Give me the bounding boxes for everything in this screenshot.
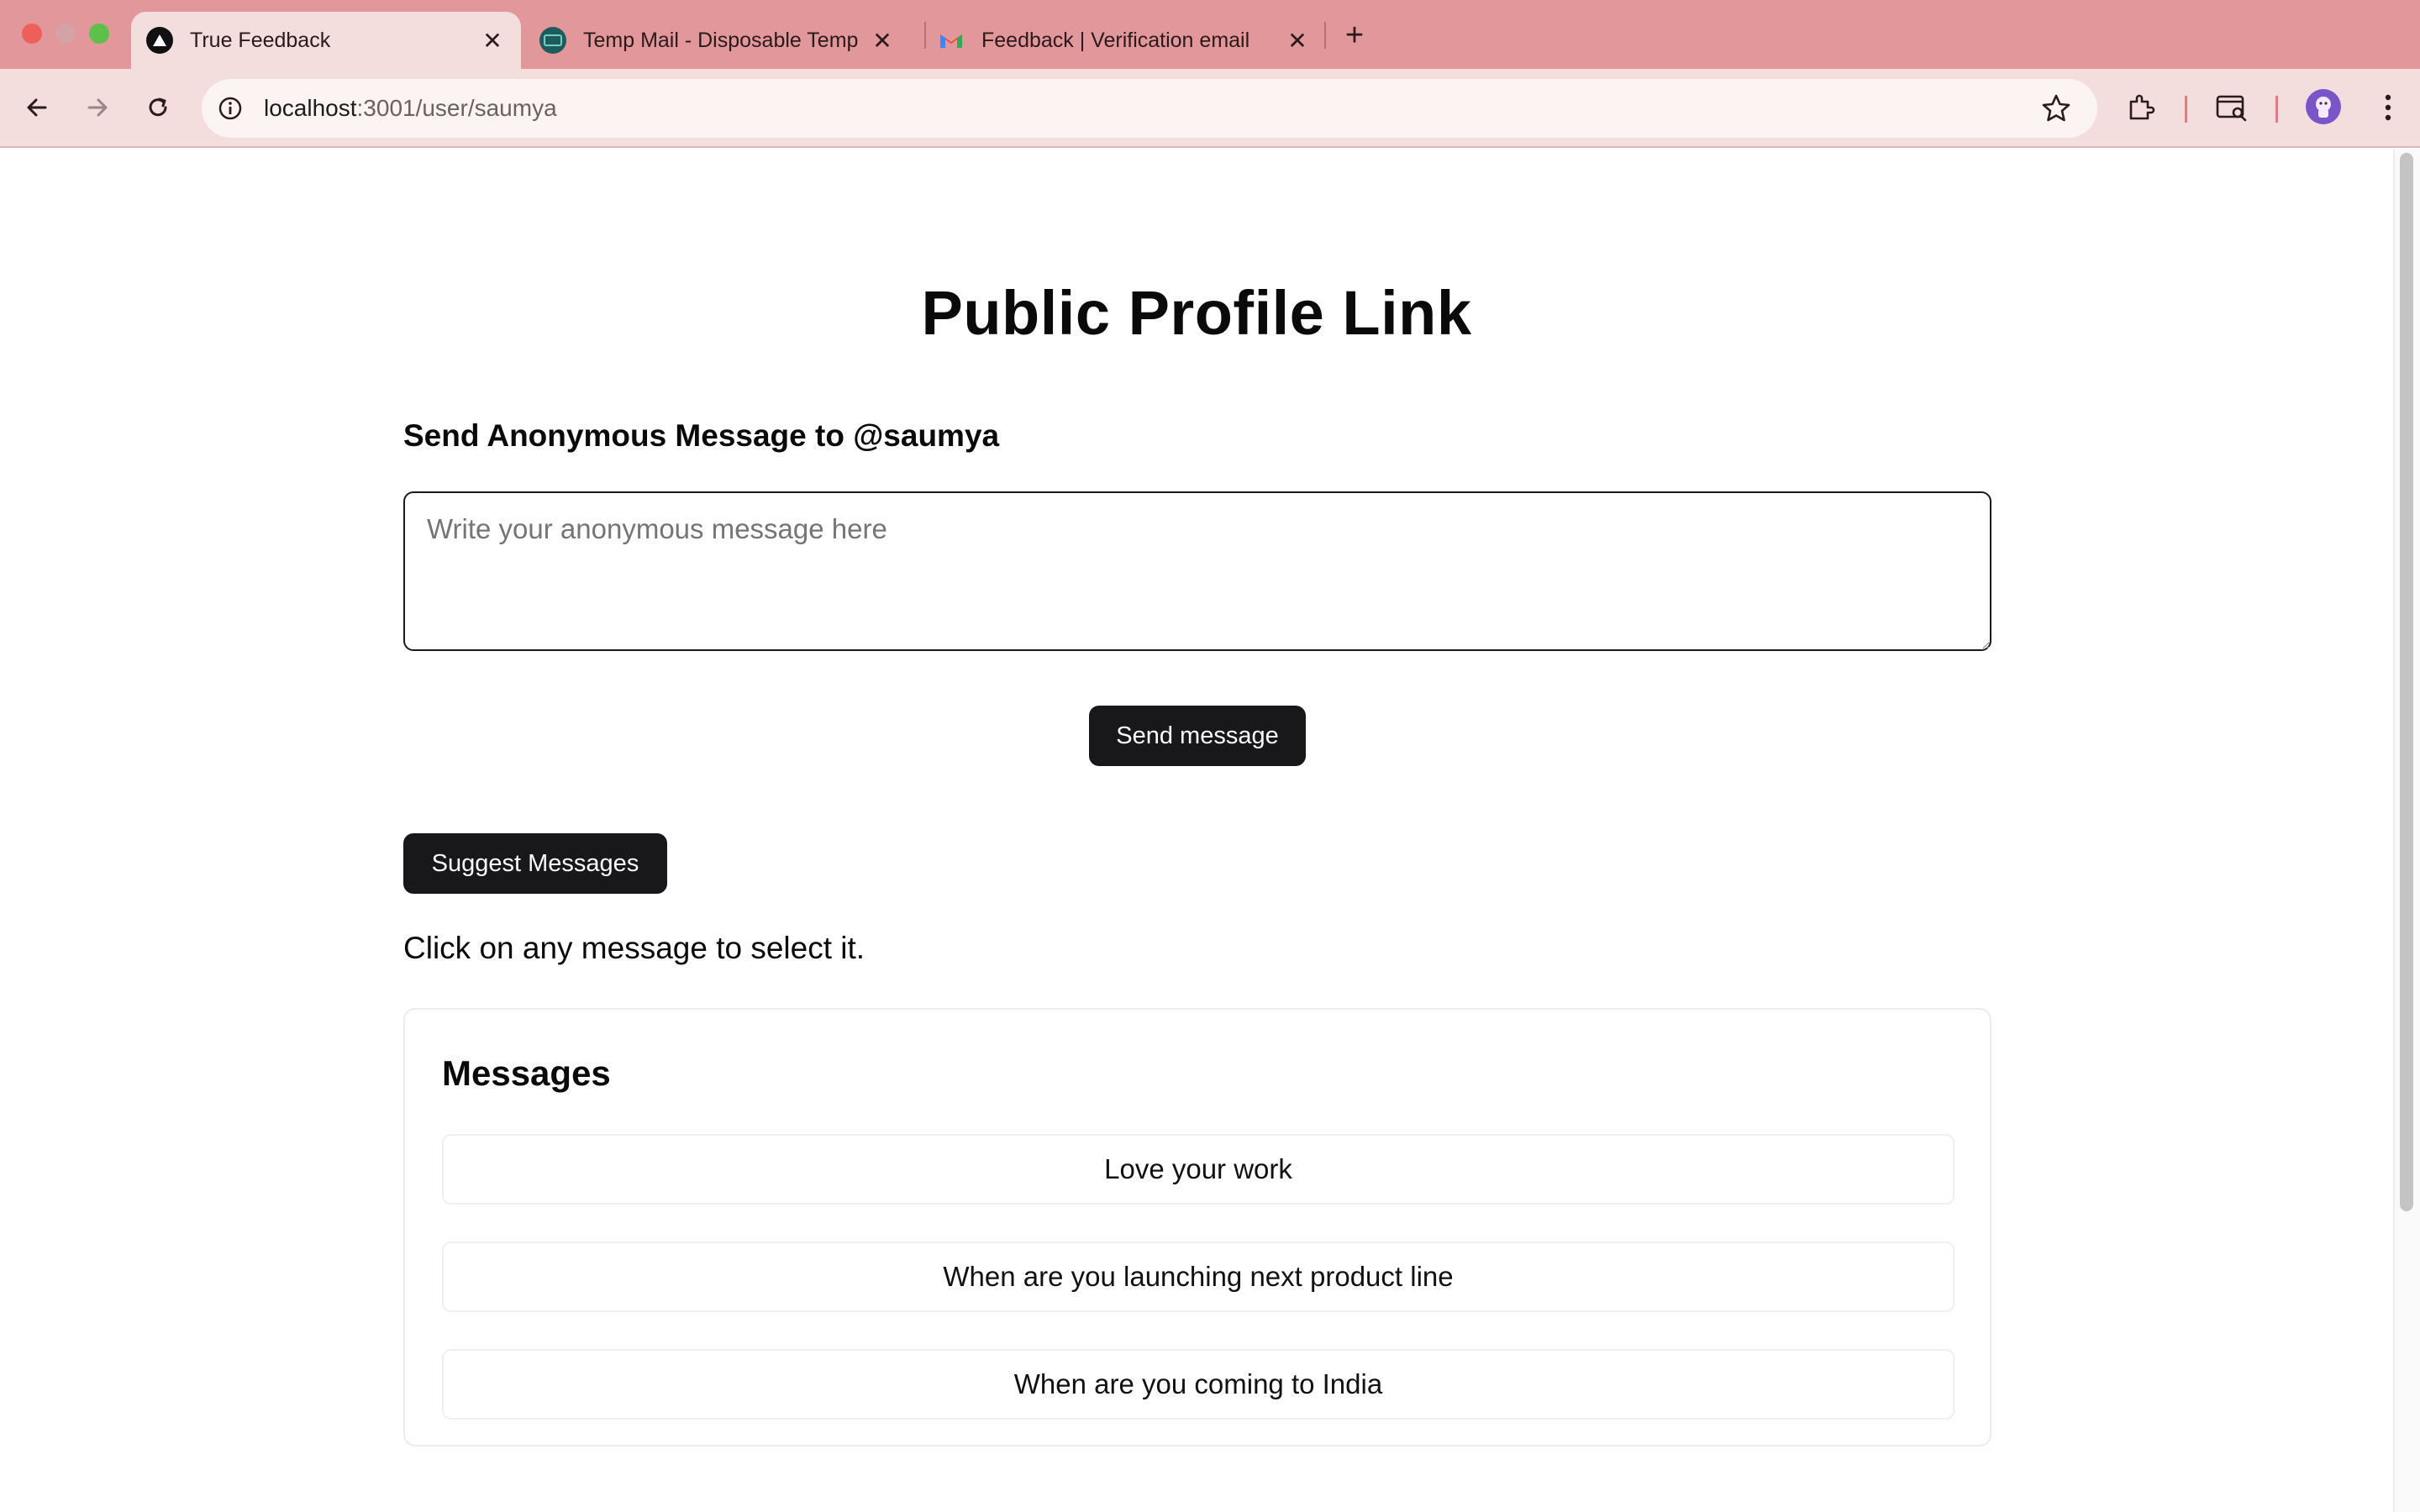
- back-icon[interactable]: [17, 87, 57, 128]
- tab-close-icon[interactable]: ✕: [867, 27, 897, 55]
- select-message-hint: Click on any message to select it.: [403, 931, 865, 965]
- triangle-logo-icon: [146, 27, 173, 54]
- suggested-message-item[interactable]: When are you coming to India: [442, 1349, 1954, 1420]
- tab-temp-mail[interactable]: Temp Mail - Disposable Temp ✕: [524, 12, 911, 69]
- profile-avatar[interactable]: [2306, 89, 2341, 124]
- send-message-heading: Send Anonymous Message to @saumya: [403, 418, 1000, 453]
- tab-title: True Feedback: [190, 28, 331, 52]
- browser-tab-strip: True Feedback ✕ Temp Mail - Disposable T…: [0, 0, 2420, 69]
- site-info-icon[interactable]: [213, 92, 247, 125]
- send-message-button[interactable]: Send message: [1089, 706, 1306, 766]
- window-zoom-button[interactable]: [89, 24, 109, 44]
- page-scrollbar-thumb[interactable]: [2400, 153, 2413, 1211]
- tab-close-icon[interactable]: ✕: [477, 27, 508, 55]
- suggested-message-item[interactable]: Love your work: [442, 1134, 1954, 1205]
- messages-card-title: Messages: [442, 1053, 611, 1093]
- tab-separator: [1324, 22, 1326, 49]
- window-close-button[interactable]: [22, 24, 42, 44]
- toolbar-separator: [2185, 96, 2187, 123]
- url-text[interactable]: localhost:3001/user/saumya: [264, 95, 557, 122]
- tab-true-feedback[interactable]: True Feedback ✕: [131, 12, 521, 69]
- url-host: localhost: [264, 95, 357, 121]
- tab-gmail-verification[interactable]: Feedback | Verification email ✕: [923, 12, 1326, 69]
- suggest-messages-button[interactable]: Suggest Messages: [403, 833, 667, 894]
- more-menu-icon[interactable]: [2368, 87, 2408, 128]
- messages-card: Messages Love your work When are you lau…: [403, 1008, 1991, 1446]
- extensions-icon[interactable]: [2121, 87, 2161, 128]
- suggested-message-item[interactable]: When are you launching next product line: [442, 1242, 1954, 1312]
- toolbar-separator: [2275, 96, 2278, 123]
- address-bar[interactable]: localhost:3001/user/saumya: [202, 79, 2097, 138]
- tab-title: Feedback | Verification email: [981, 28, 1250, 52]
- url-path: :3001/user/saumya: [356, 95, 557, 121]
- gmail-icon: [938, 27, 965, 54]
- tab-title: Temp Mail - Disposable Temp: [583, 28, 859, 52]
- page-content: Public Profile Link Send Anonymous Messa…: [0, 150, 2393, 1512]
- page-title: Public Profile Link: [921, 278, 1472, 348]
- window-minimize-button[interactable]: [55, 24, 76, 44]
- tab-search-icon[interactable]: [2212, 87, 2252, 128]
- new-tab-button[interactable]: +: [1339, 15, 1370, 55]
- forward-icon[interactable]: [77, 87, 118, 128]
- tab-close-icon[interactable]: ✕: [1282, 27, 1313, 55]
- anonymous-message-input[interactable]: [403, 491, 1991, 651]
- temp-mail-icon: [539, 27, 566, 54]
- bookmark-star-icon[interactable]: [2040, 92, 2072, 124]
- reload-icon[interactable]: [138, 87, 178, 128]
- browser-toolbar: localhost:3001/user/saumya: [0, 69, 2420, 148]
